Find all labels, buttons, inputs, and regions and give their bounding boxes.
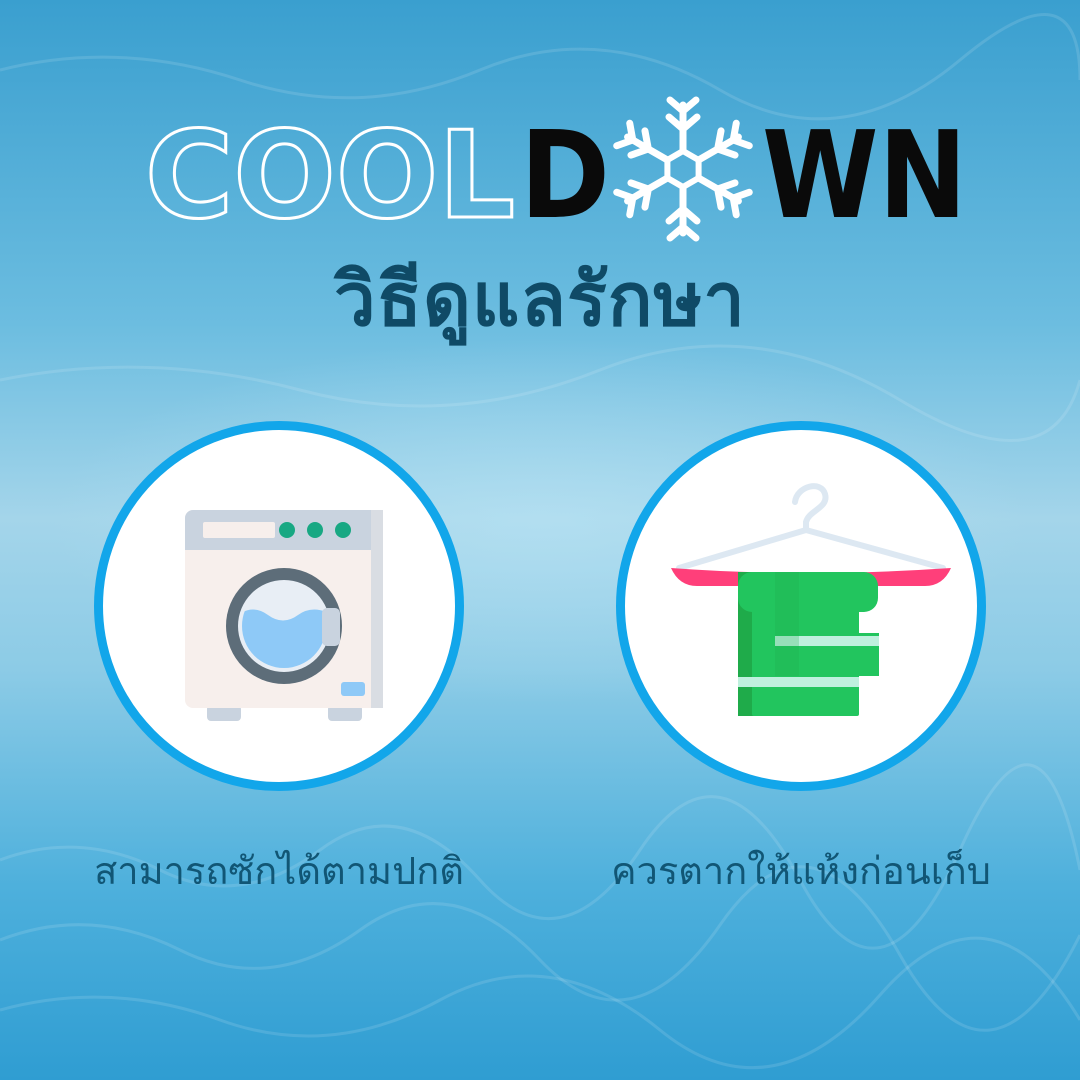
- care-icon-circle-dry: [616, 421, 986, 791]
- care-caption-dry: ควรตากให้แห้งก่อนเก็บ: [611, 849, 991, 893]
- logo-outline-text: COOL: [145, 107, 515, 246]
- logo-bold-end: WN: [762, 107, 967, 246]
- care-instructions-title: วิธีดูแลรักษา: [334, 257, 746, 343]
- snowflake-icon: [616, 96, 750, 238]
- care-icon-circle-wash: [94, 421, 464, 791]
- logo-bold-start: D: [520, 107, 610, 246]
- brand-logo: COOL D WN: [0, 90, 1080, 250]
- washing-machine-icon: [185, 510, 383, 721]
- towel-on-hanger-icon: [671, 483, 951, 716]
- care-caption-wash: สามารถซักได้ตามปกติ: [94, 849, 464, 893]
